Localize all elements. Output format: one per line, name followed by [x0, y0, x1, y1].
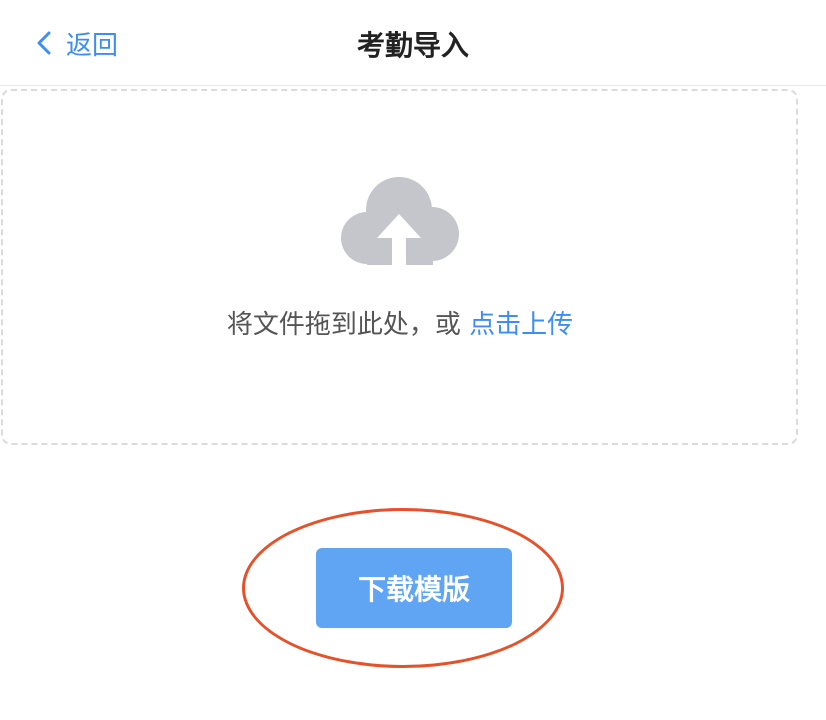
drop-hint: 将文件拖到此处，或 点击上传 — [0, 304, 800, 341]
nav-bar: 返回 考勤导入 — [0, 0, 826, 86]
upload-link[interactable]: 点击上传 — [469, 310, 573, 340]
download-template-button[interactable]: 下载模版 — [316, 548, 512, 628]
cloud-upload-icon — [341, 177, 459, 266]
drop-hint-text: 将文件拖到此处，或 — [226, 310, 461, 340]
page-title: 考勤导入 — [356, 29, 469, 62]
